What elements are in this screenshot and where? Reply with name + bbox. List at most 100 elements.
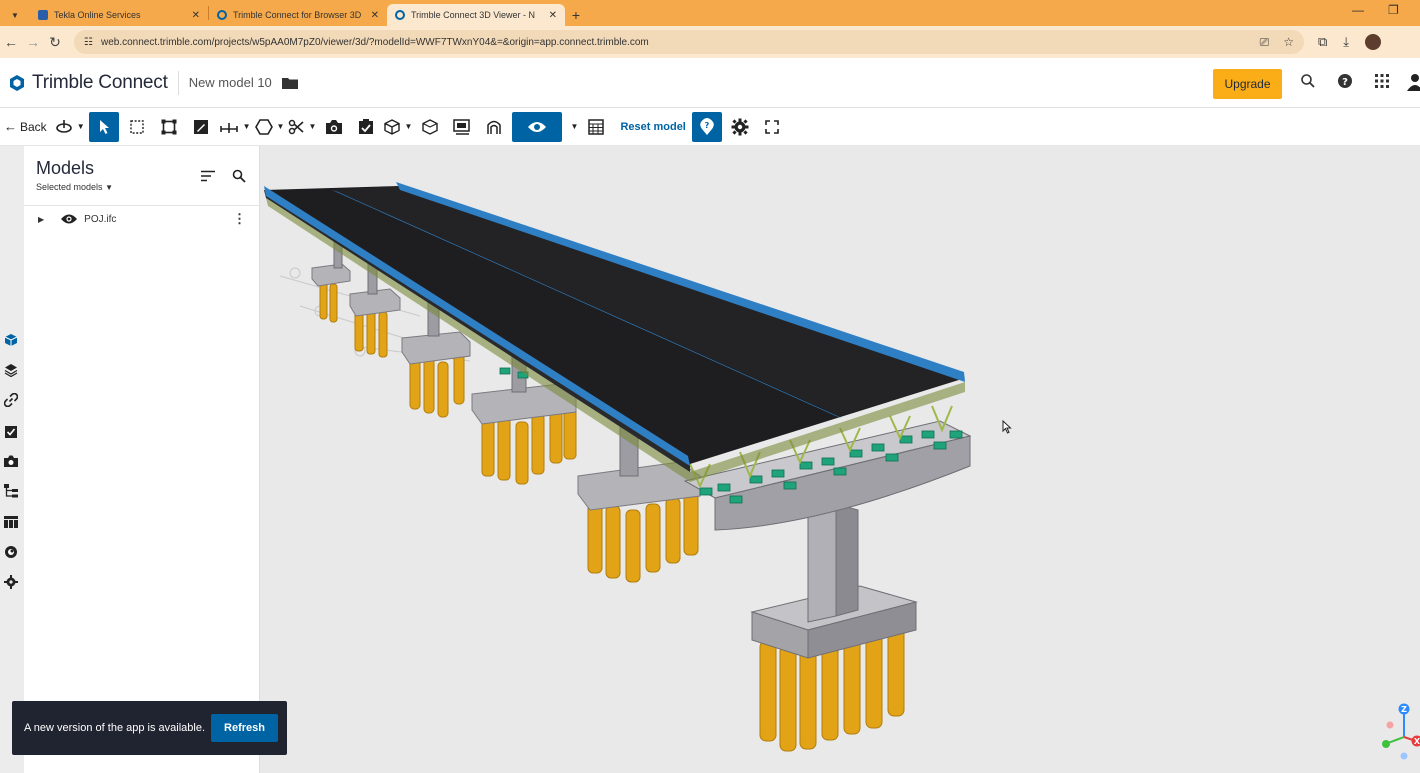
attachments-nav-button[interactable] — [3, 392, 19, 408]
reload-icon[interactable]: ↻ — [44, 34, 66, 51]
refresh-button[interactable]: Refresh — [211, 714, 278, 742]
svg-text:?: ? — [705, 121, 710, 130]
view-cube-button[interactable]: ▼ — [384, 112, 412, 142]
model-list-item[interactable]: ▶ POJ.ifc ⋮ — [24, 208, 260, 230]
project-name[interactable]: New model 10 — [189, 75, 272, 90]
trimble-connect-logo[interactable]: Trimble Connect — [8, 72, 168, 94]
settings-button[interactable] — [726, 112, 754, 142]
orbit-tool-button[interactable]: ▼ — [55, 112, 85, 142]
expand-caret-icon[interactable]: ▶ — [38, 215, 44, 224]
camera-icon — [326, 119, 343, 134]
views-nav-button[interactable] — [3, 453, 19, 469]
trimble-favicon-icon — [395, 10, 405, 20]
visibility-button[interactable] — [512, 111, 563, 142]
trimble-logo-icon — [10, 74, 24, 91]
eye-icon — [528, 121, 547, 132]
front-pier-column — [807, 503, 859, 623]
browser-tab-active[interactable]: Trimble Connect 3D Viewer - N ✕ — [387, 4, 565, 26]
models-nav-button[interactable] — [3, 332, 19, 348]
new-tab-button[interactable]: + — [565, 4, 587, 26]
more-options-icon[interactable]: ⋮ — [233, 211, 246, 227]
tab-search-button[interactable]: ▼ — [0, 4, 30, 26]
properties-button[interactable] — [582, 112, 610, 142]
axis-gizmo[interactable]: Z X — [1378, 701, 1420, 763]
svg-text:?: ? — [1342, 77, 1348, 88]
fullscreen-icon — [765, 119, 779, 134]
polygon-icon — [254, 118, 273, 135]
markup-icon — [193, 119, 208, 134]
close-tab-icon[interactable]: ✕ — [192, 10, 200, 21]
selected-models-dropdown[interactable]: Selected models ▼ — [36, 182, 113, 192]
restore-icon[interactable]: ❐ — [1388, 3, 1399, 17]
chevron-down-icon[interactable]: ▼ — [243, 122, 251, 131]
download-icon[interactable]: ⤓ — [1343, 34, 1349, 50]
chevron-down-icon[interactable]: ▼ — [308, 122, 316, 131]
hierarchy-nav-button[interactable] — [3, 483, 19, 499]
todos-nav-button[interactable] — [3, 423, 19, 439]
section-tool-button[interactable]: ▼ — [288, 112, 316, 142]
chevron-down-icon[interactable]: ▼ — [277, 122, 285, 131]
tekla-favicon-icon — [38, 10, 48, 20]
chevron-down-icon: ▼ — [570, 122, 579, 131]
clash-nav-button[interactable] — [3, 544, 19, 560]
app-header: Trimble Connect New model 10 Upgrade ? — [0, 58, 1420, 108]
markup-tool-button[interactable] — [187, 112, 215, 142]
fit-selection-button[interactable] — [155, 112, 183, 142]
ghost-mode-button[interactable] — [416, 112, 444, 142]
close-tab-icon[interactable]: ✕ — [549, 10, 557, 21]
data-table-nav-button[interactable] — [3, 514, 19, 530]
browser-tab[interactable]: Trimble Connect for Browser 3D ✕ — [209, 4, 387, 26]
upgrade-button[interactable]: Upgrade — [1213, 69, 1282, 99]
install-app-icon[interactable]: ⎚ — [1260, 35, 1270, 50]
back-arrow-icon[interactable]: ← — [0, 34, 22, 50]
browser-tab[interactable]: Tekla Online Services ✕ — [30, 4, 208, 26]
chevron-down-icon[interactable]: ▼ — [404, 122, 412, 131]
table-icon — [588, 118, 605, 135]
3d-viewport[interactable]: Z X — [260, 146, 1420, 773]
profile-avatar[interactable] — [1365, 34, 1382, 50]
fullscreen-button[interactable] — [758, 112, 786, 142]
visibility-dropdown[interactable]: ▼ — [566, 112, 578, 142]
clash-icon — [5, 546, 17, 558]
shape-tool-button[interactable]: ▼ — [254, 112, 285, 142]
search-icon[interactable] — [1300, 73, 1316, 89]
back-arrow-icon: ← — [4, 119, 17, 134]
chevron-down-icon[interactable]: ▼ — [77, 122, 85, 131]
sort-icon[interactable] — [201, 170, 215, 182]
reset-model-button[interactable]: Reset model — [620, 121, 685, 133]
url-input[interactable]: ☷ web.connect.trimble.com/projects/w5pAA… — [74, 30, 1304, 54]
user-avatar-icon[interactable] — [1406, 73, 1420, 91]
tab-title: Tekla Online Services — [54, 10, 141, 20]
layers-nav-button[interactable] — [3, 362, 19, 378]
extensions-nav-button[interactable] — [3, 574, 19, 590]
folder-icon[interactable] — [281, 77, 298, 89]
measure-tool-button[interactable]: ▼ — [219, 112, 251, 142]
todo-button[interactable] — [352, 112, 380, 142]
presentation-button[interactable]: ? — [691, 111, 722, 142]
render-mode-button[interactable] — [448, 112, 476, 142]
select-tool-button[interactable] — [88, 111, 119, 142]
help-icon[interactable]: ? — [1337, 73, 1353, 89]
search-icon[interactable] — [232, 169, 246, 183]
forward-arrow-icon[interactable]: → — [22, 34, 44, 50]
ifc-space-button[interactable] — [480, 112, 508, 142]
measure-icon — [219, 122, 238, 133]
viewer-toolbar: ← Back ▼ ▼ ▼ ▼ ▼ ▼ Reset model ? — [0, 108, 1420, 146]
tab-title: Trimble Connect for Browser 3D — [233, 10, 362, 20]
render-icon — [453, 118, 471, 135]
back-button[interactable]: ← Back — [4, 119, 47, 134]
bookmark-star-icon[interactable]: ☆ — [1283, 35, 1294, 49]
apps-grid-icon[interactable] — [1374, 73, 1390, 89]
bridge-3d-model[interactable] — [260, 146, 1420, 773]
extensions-icon[interactable]: ⧉ — [1318, 34, 1327, 50]
site-info-icon[interactable]: ☷ — [84, 37, 93, 48]
gear-icon — [4, 575, 18, 589]
snapshot-button[interactable] — [320, 112, 348, 142]
model-name: POJ.ifc — [84, 213, 117, 225]
eye-icon[interactable] — [60, 213, 78, 225]
cursor-arrow-icon — [99, 119, 109, 134]
close-tab-icon[interactable]: ✕ — [371, 10, 379, 21]
box-select-button[interactable] — [123, 112, 151, 142]
minimize-icon[interactable]: — — [1352, 3, 1364, 17]
arch-icon — [487, 120, 502, 134]
